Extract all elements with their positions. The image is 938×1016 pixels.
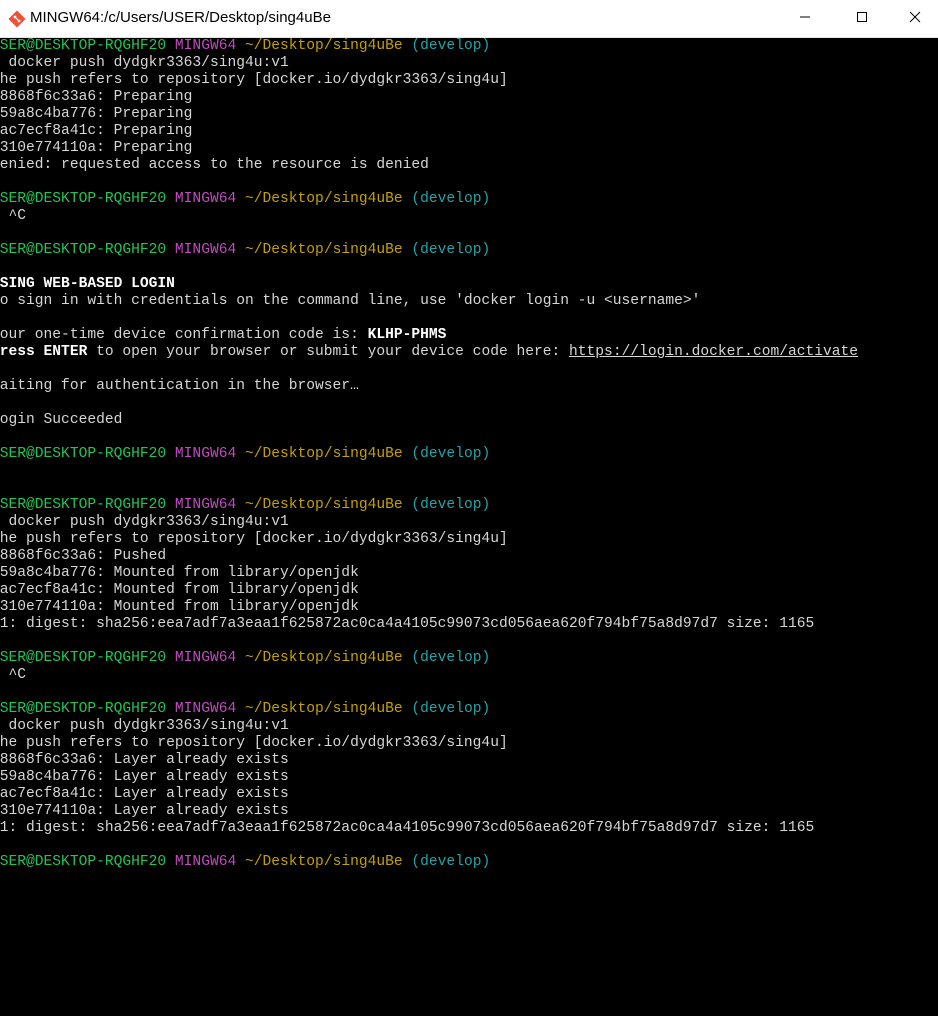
prompt-branch: (develop) bbox=[411, 446, 491, 462]
prompt-shell: MINGW64 bbox=[174, 701, 237, 717]
close-button[interactable] bbox=[892, 0, 938, 37]
prompt-path: ~/Desktop/sing4uBe bbox=[245, 191, 403, 207]
prompt-shell: MINGW64 bbox=[174, 650, 237, 666]
terminal-lines: USER@DESKTOP-RQGHF20 MINGW64 ~/Desktop/s… bbox=[0, 38, 858, 888]
prompt-branch: (develop) bbox=[411, 650, 491, 666]
terminal-line: $ ^C bbox=[8, 208, 27, 224]
prompt-path: ~/Desktop/sing4uBe bbox=[245, 38, 403, 54]
terminal-line: The push refers to repository [docker.io… bbox=[0, 72, 508, 88]
prompt-path: ~/Desktop/sing4uBe bbox=[245, 446, 403, 462]
git-bash-icon bbox=[8, 10, 26, 28]
prompt-path: ~/Desktop/sing4uBe bbox=[245, 242, 403, 258]
prompt-user-host: USER@DESKTOP-RQGHF20 bbox=[0, 854, 167, 870]
prompt-shell: MINGW64 bbox=[174, 191, 237, 207]
prompt-user-host: USER@DESKTOP-RQGHF20 bbox=[0, 242, 167, 258]
line-text: Your one-time device confirmation code i… bbox=[0, 327, 368, 343]
highlight-text: KLHP-PHMS bbox=[367, 327, 447, 343]
prompt-user-host: USER@DESKTOP-RQGHF20 bbox=[0, 701, 167, 717]
window-title: MINGW64:/c/Users/USER/Desktop/sing4uBe bbox=[30, 9, 331, 26]
prompt-user-host: USER@DESKTOP-RQGHF20 bbox=[0, 497, 167, 513]
prompt-path: ~/Desktop/sing4uBe bbox=[245, 497, 403, 513]
terminal-line: $ docker push dydgkr3363/sing4u:v1 bbox=[0, 718, 289, 734]
terminal-line: 38868f6c33a6: Pushed bbox=[0, 548, 167, 564]
prompt-user-host: USER@DESKTOP-RQGHF20 bbox=[0, 650, 167, 666]
prompt-shell: MINGW64 bbox=[174, 446, 237, 462]
terminal-line: 0ac7ecf8a41c: Preparing bbox=[0, 123, 193, 139]
prompt-user-host: USER@DESKTOP-RQGHF20 bbox=[0, 38, 167, 54]
prompt-branch: (develop) bbox=[411, 38, 491, 54]
close-icon bbox=[909, 10, 921, 28]
activation-link[interactable]: https://login.docker.com/activate bbox=[569, 344, 858, 360]
prompt-shell: MINGW64 bbox=[174, 38, 237, 54]
prompt-branch: (develop) bbox=[411, 497, 491, 513]
prompt-path: ~/Desktop/sing4uBe bbox=[245, 701, 403, 717]
terminal-line: d310e774110a: Preparing bbox=[0, 140, 193, 156]
terminal-line: $ ^C bbox=[8, 667, 27, 683]
prompt-user-host: USER@DESKTOP-RQGHF20 bbox=[0, 191, 167, 207]
title-bar[interactable]: MINGW64:/c/Users/USER/Desktop/sing4uBe bbox=[0, 0, 938, 38]
terminal-line: 559a8c4ba776: Layer already exists bbox=[0, 769, 289, 785]
terminal-line: Login Succeeded bbox=[0, 412, 123, 428]
terminal-line: d310e774110a: Mounted from library/openj… bbox=[0, 599, 359, 615]
prompt-shell: MINGW64 bbox=[174, 242, 237, 258]
terminal-line: To sign in with credentials on the comma… bbox=[0, 293, 701, 309]
terminal-line: The push refers to repository [docker.io… bbox=[0, 531, 508, 547]
minimize-button[interactable] bbox=[782, 0, 828, 37]
prompt-line: USER@DESKTOP-RQGHF20 MINGW64 ~/Desktop/s… bbox=[0, 38, 858, 55]
terminal-line: 38868f6c33a6: Preparing bbox=[0, 89, 193, 105]
prompt-shell: MINGW64 bbox=[174, 497, 237, 513]
prompt-line: USER@DESKTOP-RQGHF20 MINGW64 ~/Desktop/s… bbox=[0, 497, 858, 514]
terminal-window: MINGW64:/c/Users/USER/Desktop/sing4uBe U… bbox=[0, 0, 938, 1016]
terminal-line: 38868f6c33a6: Layer already exists bbox=[0, 752, 289, 768]
terminal-line: The push refers to repository [docker.io… bbox=[0, 735, 508, 751]
maximize-icon bbox=[856, 10, 868, 28]
terminal-line: Press ENTER to open your browser or subm… bbox=[0, 344, 858, 361]
terminal-line: $ docker push dydgkr3363/sing4u:v1 bbox=[0, 55, 289, 71]
terminal-line: v1: digest: sha256:eea7adf7a3eaa1f625872… bbox=[0, 820, 815, 836]
prompt-shell: MINGW64 bbox=[174, 854, 237, 870]
terminal-line: 0ac7ecf8a41c: Mounted from library/openj… bbox=[0, 582, 359, 598]
prompt-line: USER@DESKTOP-RQGHF20 MINGW64 ~/Desktop/s… bbox=[0, 191, 858, 208]
maximize-button[interactable] bbox=[839, 0, 885, 37]
prompt-branch: (develop) bbox=[411, 701, 491, 717]
terminal-line: 0ac7ecf8a41c: Layer already exists bbox=[0, 786, 289, 802]
prompt-line: USER@DESKTOP-RQGHF20 MINGW64 ~/Desktop/s… bbox=[0, 446, 858, 463]
prompt-path: ~/Desktop/sing4uBe bbox=[245, 650, 403, 666]
prompt-branch: (develop) bbox=[411, 242, 491, 258]
terminal-line: 559a8c4ba776: Mounted from library/openj… bbox=[0, 565, 359, 581]
prompt-line: USER@DESKTOP-RQGHF20 MINGW64 ~/Desktop/s… bbox=[0, 650, 858, 667]
minimize-icon bbox=[799, 10, 811, 28]
terminal-line: USING WEB-BASED LOGIN bbox=[0, 276, 175, 292]
terminal-line: $ bbox=[0, 871, 858, 888]
highlight-text: Press ENTER bbox=[0, 344, 88, 360]
terminal-line: Your one-time device confirmation code i… bbox=[0, 327, 858, 344]
prompt-branch: (develop) bbox=[411, 854, 491, 870]
terminal-line: Waiting for authentication in the browse… bbox=[0, 378, 359, 394]
prompt-line: USER@DESKTOP-RQGHF20 MINGW64 ~/Desktop/s… bbox=[0, 242, 858, 259]
terminal-output[interactable]: USER@DESKTOP-RQGHF20 MINGW64 ~/Desktop/s… bbox=[0, 38, 938, 1016]
terminal-line: $ docker push dydgkr3363/sing4u:v1 bbox=[0, 514, 289, 530]
terminal-line: d310e774110a: Layer already exists bbox=[0, 803, 289, 819]
terminal-line: 559a8c4ba776: Preparing bbox=[0, 106, 193, 122]
terminal-line: v1: digest: sha256:eea7adf7a3eaa1f625872… bbox=[0, 616, 815, 632]
prompt-branch: (develop) bbox=[411, 191, 491, 207]
terminal-line: $ bbox=[0, 463, 858, 480]
prompt-line: USER@DESKTOP-RQGHF20 MINGW64 ~/Desktop/s… bbox=[0, 701, 858, 718]
prompt-user-host: USER@DESKTOP-RQGHF20 bbox=[0, 446, 167, 462]
line-text: to open your browser or submit your devi… bbox=[87, 344, 570, 360]
prompt-path: ~/Desktop/sing4uBe bbox=[245, 854, 403, 870]
prompt-line: USER@DESKTOP-RQGHF20 MINGW64 ~/Desktop/s… bbox=[0, 854, 858, 871]
terminal-line: denied: requested access to the resource… bbox=[0, 157, 429, 173]
